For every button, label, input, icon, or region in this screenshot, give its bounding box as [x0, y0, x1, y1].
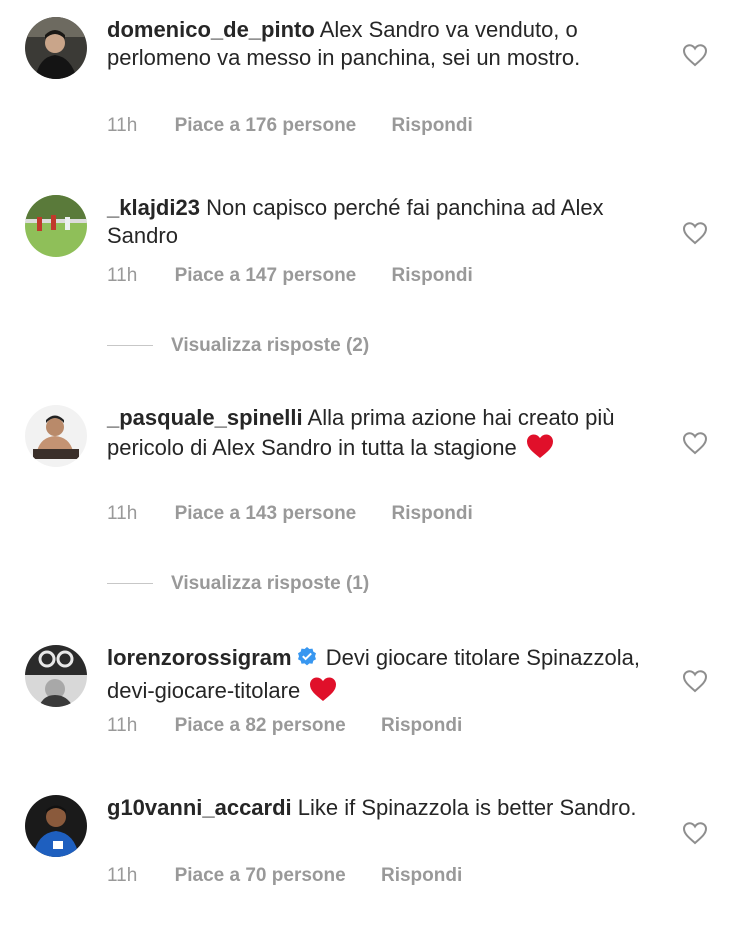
comment-body: domenico_de_pinto Alex Sandro va venduto…: [107, 16, 667, 72]
avatar[interactable]: [25, 17, 87, 79]
comment-body: lorenzorossigram Devi giocare titolare S…: [107, 644, 667, 710]
avatar[interactable]: [25, 405, 87, 467]
comment-likes[interactable]: Piace a 143 persone: [175, 503, 357, 524]
reply-button[interactable]: Rispondi: [381, 865, 462, 886]
heart-outline-icon[interactable]: [682, 43, 708, 67]
comment-meta: 11h Piace a 147 persone Rispondi: [107, 265, 473, 287]
view-replies-button[interactable]: Visualizza risposte (2): [107, 335, 369, 357]
heart-outline-icon[interactable]: [682, 431, 708, 455]
comment-username[interactable]: _klajdi23: [107, 195, 200, 220]
comment-username[interactable]: _pasquale_spinelli: [107, 405, 303, 430]
heart-outline-icon[interactable]: [682, 221, 708, 245]
heart-outline-icon[interactable]: [682, 669, 708, 693]
comment-likes[interactable]: Piace a 176 persone: [175, 115, 357, 136]
comment-meta: 11h Piace a 82 persone Rispondi: [107, 715, 462, 737]
view-replies-label[interactable]: Visualizza risposte (2): [171, 335, 369, 356]
avatar[interactable]: [25, 795, 87, 857]
comment-time: 11h: [107, 865, 138, 886]
comment-time: 11h: [107, 115, 138, 136]
view-replies-label[interactable]: Visualizza risposte (1): [171, 573, 369, 594]
comment-meta: 11h Piace a 143 persone Rispondi: [107, 503, 473, 525]
reply-button[interactable]: Rispondi: [392, 265, 473, 286]
avatar[interactable]: [25, 195, 87, 257]
red-heart-emoji: [525, 432, 555, 467]
comment-likes[interactable]: Piace a 70 persone: [175, 865, 346, 886]
comment-body: _klajdi23 Non capisco perché fai panchin…: [107, 194, 667, 250]
comment-time: 11h: [107, 265, 138, 286]
heart-outline-icon[interactable]: [682, 821, 708, 845]
comment-likes[interactable]: Piace a 147 persone: [175, 265, 357, 286]
replies-divider: [107, 345, 153, 347]
reply-button[interactable]: Rispondi: [381, 715, 462, 736]
comment-likes[interactable]: Piace a 82 persone: [175, 715, 346, 736]
comment-body: g10vanni_accardi Like if Spinazzola is b…: [107, 794, 667, 822]
comment-time: 11h: [107, 503, 138, 524]
comment-username[interactable]: lorenzorossigram: [107, 645, 292, 670]
comment-body: _pasquale_spinelli Alla prima azione hai…: [107, 404, 667, 467]
view-replies-button[interactable]: Visualizza risposte (1): [107, 573, 369, 595]
comment-meta: 11h Piace a 70 persone Rispondi: [107, 865, 462, 887]
comment-username[interactable]: g10vanni_accardi: [107, 795, 292, 820]
comment-meta: 11h Piace a 176 persone Rispondi: [107, 115, 473, 137]
reply-button[interactable]: Rispondi: [392, 503, 473, 524]
replies-divider: [107, 583, 153, 585]
red-heart-emoji: [308, 675, 338, 710]
avatar[interactable]: [25, 645, 87, 707]
comment-text: Like if Spinazzola is better Sandro.: [297, 795, 637, 820]
comment-time: 11h: [107, 715, 138, 736]
comment-username[interactable]: domenico_de_pinto: [107, 17, 315, 42]
verified-badge-icon: [296, 646, 318, 675]
reply-button[interactable]: Rispondi: [392, 115, 473, 136]
